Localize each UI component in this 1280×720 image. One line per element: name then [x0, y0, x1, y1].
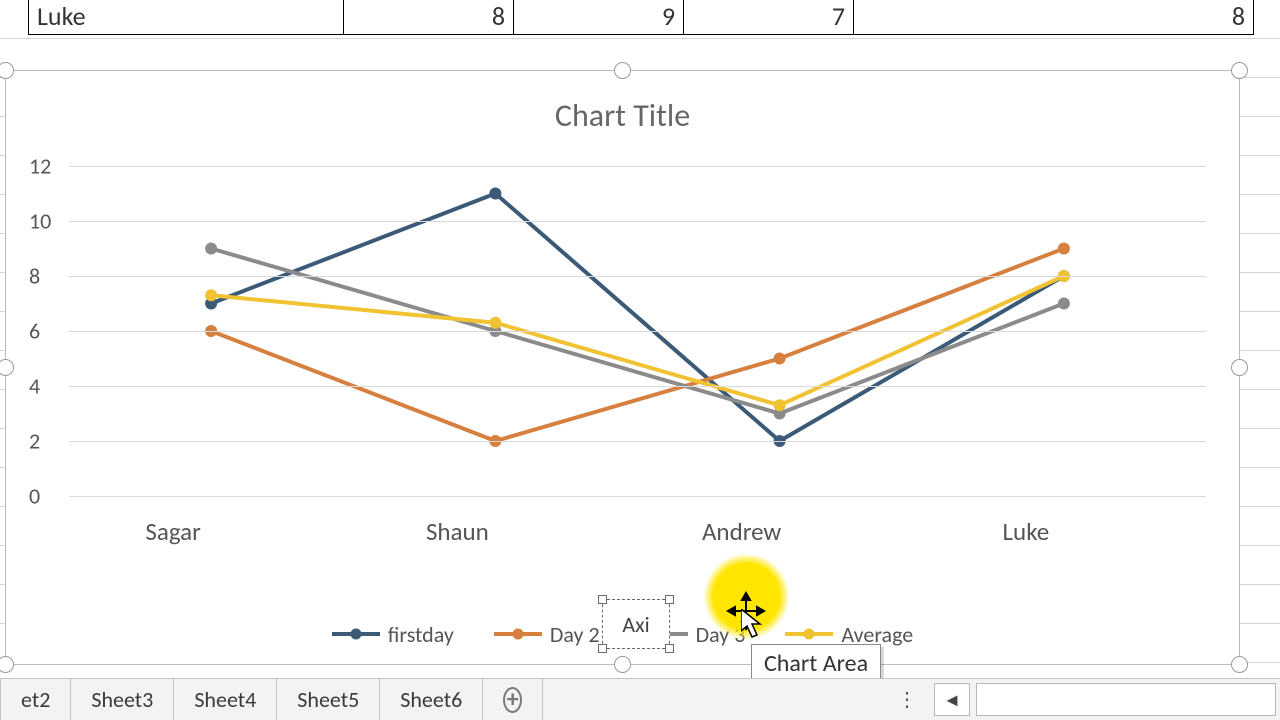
legend-label: Day 3 [696, 621, 746, 648]
y-tick-label: 2 [29, 428, 40, 455]
tab-options-icon[interactable]: ⋮ [888, 679, 928, 720]
resize-handle[interactable] [614, 62, 631, 79]
x-tick-label: Andrew [702, 516, 781, 547]
gridline [69, 441, 1206, 442]
axis-title-text: Axi [622, 611, 649, 638]
gridline [69, 221, 1206, 222]
resize-handle[interactable] [614, 656, 631, 673]
x-tick-label: Luke [1003, 516, 1050, 547]
y-tick-label: 12 [29, 153, 51, 180]
plot-area-wrap: 024681012SagarShaunAndrewLuke [31, 166, 1206, 496]
table-row: Luke 8 9 7 8 [29, 0, 1254, 35]
x-tick-label: Shaun [426, 516, 489, 547]
plus-icon: + [503, 687, 522, 713]
scroll-left-button[interactable]: ◄ [934, 683, 970, 716]
resize-handle[interactable] [598, 644, 607, 653]
resize-handle[interactable] [0, 62, 14, 79]
horizontal-scrollbar[interactable] [976, 683, 1276, 716]
axis-title-textbox[interactable]: Axi [602, 599, 670, 649]
cell-name[interactable]: Luke [29, 0, 344, 35]
gridline [69, 496, 1206, 497]
resize-handle[interactable] [1231, 656, 1248, 673]
y-tick-label: 10 [29, 208, 51, 235]
sheet-tab[interactable]: Sheet4 [174, 679, 277, 720]
data-table[interactable]: Andrew 2 5 3 3.333333333 Luke 8 9 7 8 [28, 0, 1254, 35]
resize-handle[interactable] [665, 644, 674, 653]
legend-item[interactable]: Day 2 [494, 621, 600, 648]
gridline [69, 166, 1206, 167]
resize-handle[interactable] [0, 359, 14, 376]
sheet-tab-strip: et2 Sheet3 Sheet4 Sheet5 Sheet6 + ⋮ ◄ [0, 678, 1280, 720]
y-tick-label: 4 [29, 373, 40, 400]
legend-swatch [785, 632, 833, 636]
resize-handle[interactable] [665, 595, 674, 604]
cell-value[interactable]: 7 [684, 0, 854, 35]
chart-object[interactable]: Chart Title 0 2 4 6 8 10 12 Sagar Shaun Andrew Luk… [5, 70, 1240, 665]
gridline [69, 386, 1206, 387]
legend-label: firstday [388, 621, 454, 648]
sheet-tab[interactable]: Sheet5 [277, 679, 380, 720]
resize-handle[interactable] [598, 595, 607, 604]
chart-title[interactable]: Chart Title [6, 96, 1239, 135]
cell-value[interactable]: 8 [854, 0, 1254, 35]
x-tick-label: Sagar [145, 516, 200, 547]
gridline [69, 331, 1206, 332]
cell-value[interactable]: 9 [514, 0, 684, 35]
sheet-tab[interactable]: et2 [0, 679, 71, 720]
legend-item[interactable]: firstday [332, 621, 454, 648]
sheet-tab[interactable]: Sheet6 [380, 679, 483, 720]
gridline [69, 276, 1206, 277]
y-tick-label: 0 [29, 483, 40, 510]
y-tick-label: 8 [29, 263, 40, 290]
resize-handle[interactable] [1231, 62, 1248, 79]
y-tick-label: 6 [29, 318, 40, 345]
new-sheet-button[interactable]: + [483, 679, 543, 720]
legend-swatch [494, 632, 542, 636]
cell-value[interactable]: 8 [344, 0, 514, 35]
resize-handle[interactable] [1231, 359, 1248, 376]
sheet-tab[interactable]: Sheet3 [71, 679, 174, 720]
legend-swatch [332, 632, 380, 636]
legend-label: Day 2 [550, 621, 600, 648]
